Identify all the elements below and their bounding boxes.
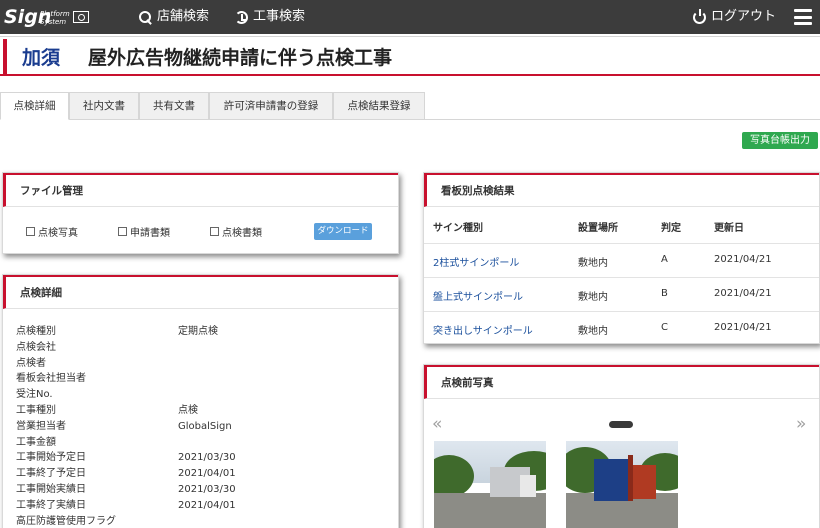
- column-header-sign-type: サイン種別: [433, 223, 483, 234]
- detail-label: 工事終了実績日: [16, 499, 86, 511]
- logout-label: ログアウト: [711, 9, 777, 24]
- carousel-next-icon[interactable]: »: [796, 414, 806, 434]
- checkbox-label: 点検書類: [222, 228, 262, 239]
- tab-inspection-detail[interactable]: 点検詳細: [0, 92, 69, 120]
- logo[interactable]: Sign Platform System: [4, 4, 94, 30]
- judgement-cell: C: [661, 322, 668, 333]
- detail-label: 看板会社担当者: [16, 373, 86, 385]
- sign-type-link[interactable]: 突き出しサインポール: [433, 322, 533, 337]
- location-cell: 敷地内: [578, 292, 608, 303]
- detail-value: 定期点検: [178, 326, 218, 337]
- detail-value: 2021/03/30: [178, 484, 236, 495]
- updated-date-cell: 2021/04/21: [714, 254, 772, 265]
- detail-label: 工事開始実績日: [16, 484, 86, 495]
- sign-type-link[interactable]: 盤上式サインポール: [433, 288, 523, 303]
- judgement-cell: B: [661, 288, 668, 299]
- detail-value: 2021/03/30: [178, 452, 236, 464]
- tab-bar: 点検詳細 社内文書 共有文書 許可済申請書の登録 点検結果登録: [0, 92, 820, 120]
- inspection-photo-2[interactable]: [566, 441, 678, 528]
- location-cell: 敷地内: [578, 258, 608, 269]
- carousel-indicator[interactable]: [609, 421, 633, 428]
- store-search-button[interactable]: 店舗検索: [139, 0, 209, 34]
- checkbox-label: 点検写真: [38, 228, 78, 239]
- checkbox-label: 申請書類: [130, 228, 170, 239]
- checkbox-box[interactable]: [118, 227, 127, 236]
- table-row[interactable]: 盤上式サインポール 敷地内 B 2021/04/21: [424, 277, 819, 311]
- file-management-title: ファイル管理: [3, 173, 398, 207]
- detail-label: 点検者: [16, 357, 46, 369]
- download-button[interactable]: ダウンロード: [314, 223, 372, 240]
- logout-button[interactable]: ログアウト: [693, 0, 776, 34]
- checkbox-application-docs[interactable]: 申請書類: [118, 224, 170, 239]
- pre-inspection-photos-title: 点検前写真: [424, 365, 819, 399]
- updated-date-cell: 2021/04/21: [714, 288, 772, 299]
- inspection-detail-title: 点検詳細: [3, 275, 398, 309]
- checkbox-box[interactable]: [210, 227, 219, 236]
- logo-sub-2: System: [40, 18, 67, 26]
- logo-sub-1: Platform: [40, 10, 70, 18]
- detail-label: 工事終了予定日: [16, 468, 86, 480]
- prefecture-label: 加須: [22, 47, 61, 69]
- page-title-bar: 加須 屋外広告物継続申請に伴う点検工事: [0, 36, 820, 76]
- column-header-judgement: 判定: [661, 223, 681, 234]
- detail-label: 高圧防護管使用フラグ: [16, 515, 116, 527]
- checkbox-box[interactable]: [26, 227, 35, 236]
- top-bar: Sign Platform System 店舗検索 工事検索 ログアウト: [0, 0, 820, 34]
- tab-permit-registration[interactable]: 許可済申請書の登録: [209, 92, 333, 120]
- tab-result-registration[interactable]: 点検結果登録: [333, 92, 425, 120]
- file-management-panel: ファイル管理: [2, 172, 399, 254]
- checkbox-inspection-docs[interactable]: 点検書類: [210, 224, 262, 239]
- detail-label: 工事種別: [16, 405, 56, 416]
- detail-label: 営業担当者: [16, 420, 66, 432]
- carousel-prev-icon[interactable]: «: [432, 414, 442, 434]
- detail-value: 点検: [178, 405, 198, 416]
- inspection-photo-1[interactable]: [434, 441, 546, 528]
- table-row[interactable]: 2柱式サインポール 敷地内 A 2021/04/21: [424, 243, 819, 277]
- tab-shared-docs[interactable]: 共有文書: [139, 92, 209, 120]
- work-search-label: 工事検索: [253, 9, 306, 24]
- store-search-label: 店舗検索: [157, 9, 210, 24]
- detail-value: 2021/04/01: [178, 468, 236, 480]
- column-header-updated: 更新日: [714, 223, 744, 234]
- page-title: 屋外広告物継続申請に伴う点検工事: [88, 47, 393, 69]
- updated-date-cell: 2021/04/21: [714, 322, 772, 333]
- detail-value: 2021/04/01: [178, 499, 236, 511]
- checkbox-inspection-photos[interactable]: 点検写真: [26, 224, 78, 239]
- sign-type-link[interactable]: 2柱式サインポール: [433, 254, 519, 269]
- location-cell: 敷地内: [578, 326, 608, 337]
- sign-results-title: 看板別点検結果: [424, 173, 819, 207]
- detail-label: 工事開始予定日: [16, 452, 86, 464]
- hamburger-menu-icon[interactable]: [794, 9, 812, 25]
- work-search-button[interactable]: 工事検索: [235, 0, 305, 34]
- detail-label: 工事金額: [16, 436, 56, 448]
- photo-ledger-export-button[interactable]: 写真台帳出力: [742, 132, 818, 149]
- detail-value: GlobalSign: [178, 420, 232, 432]
- detail-label: 点検会社: [16, 341, 56, 353]
- search-icon: [139, 10, 152, 24]
- tab-internal-docs[interactable]: 社内文書: [69, 92, 139, 120]
- judgement-cell: A: [661, 254, 668, 265]
- detail-label: 受注No.: [16, 389, 53, 401]
- table-row[interactable]: 突き出しサインポール 敷地内 C 2021/04/21: [424, 311, 819, 345]
- detail-label: 点検種別: [16, 326, 56, 337]
- logo-sub-text: Platform System: [40, 10, 70, 26]
- column-header-location: 設置場所: [578, 223, 618, 234]
- power-icon: [693, 8, 706, 24]
- logo-mark-icon: [73, 11, 89, 23]
- history-icon: [235, 10, 248, 24]
